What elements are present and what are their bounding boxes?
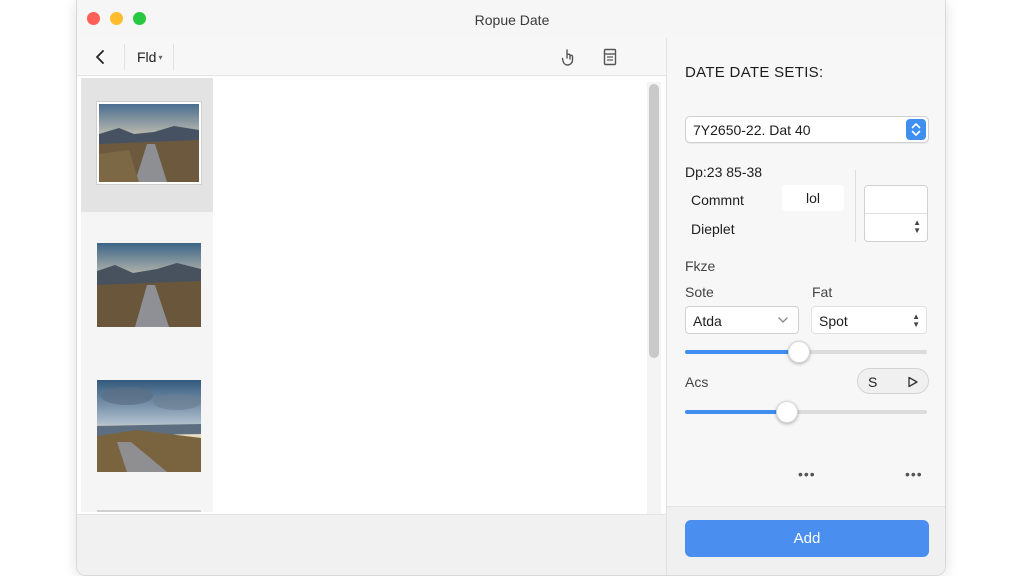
date-field[interactable]: 7Y2650-22. Dat 40: [685, 116, 929, 143]
browser-area: Fld ▾: [77, 38, 666, 575]
folder-menu[interactable]: Fld ▾: [137, 49, 162, 65]
inspector-title: DATE DATE SETIS:: [685, 64, 824, 81]
args-slider[interactable]: [685, 401, 927, 423]
scrollbar[interactable]: [647, 82, 661, 514]
chevron-up-down-icon: [911, 123, 921, 136]
comment-value[interactable]: lol: [782, 185, 844, 211]
scale-label: Sote: [685, 284, 714, 300]
thumbnail-list: [81, 78, 213, 512]
window-title: Ropue Date: [474, 12, 550, 28]
chevron-down-icon: [778, 317, 788, 323]
hand-pointer-icon: [561, 49, 574, 66]
landscape-photo: [99, 104, 199, 182]
content-pane: [213, 78, 641, 512]
stepper-arrows-icon[interactable]: ▲ ▼: [912, 313, 920, 329]
photo-thumbnail[interactable]: [97, 102, 201, 184]
scale-slider[interactable]: [685, 341, 927, 363]
args-label: Acs: [685, 374, 709, 390]
slider-fill: [685, 410, 787, 414]
document-button[interactable]: [600, 47, 620, 67]
scrollbar-thumb[interactable]: [649, 84, 659, 358]
dp-label: Dp:23 85-38: [685, 164, 763, 180]
add-button[interactable]: Add: [685, 520, 929, 557]
app-window: Ropue Date Fld ▾ DATE DATE SETIS: 7Y2650…: [76, 0, 946, 576]
landscape-photo: [97, 380, 201, 472]
bottom-bar: [77, 514, 666, 575]
display-label: Dieplet: [691, 221, 735, 237]
seg-label[interactable]: S: [868, 374, 877, 390]
comment-label: Commnt: [691, 192, 744, 208]
date-stepper[interactable]: [906, 119, 926, 140]
playback-control[interactable]: S: [857, 368, 929, 394]
toolbar: Fld ▾: [77, 38, 666, 76]
value-stepper-box[interactable]: ▲ ▼: [864, 185, 928, 242]
size-label: Fkze: [685, 258, 716, 274]
chevron-left-icon: [96, 50, 104, 64]
toolbar-divider: [173, 44, 174, 70]
play-icon: [908, 376, 918, 388]
slider-fill: [685, 350, 799, 354]
date-field-value: 7Y2650-22. Dat 40: [693, 122, 811, 138]
slider-knob[interactable]: [787, 341, 810, 363]
format-select[interactable]: Spot ▲ ▼: [811, 306, 927, 334]
landscape-photo: [97, 243, 201, 327]
folder-menu-label: Fld: [137, 49, 157, 65]
slider-knob[interactable]: [775, 401, 798, 423]
photo-thumbnail[interactable]: [97, 510, 201, 512]
box-divider: [865, 213, 927, 214]
format-select-value: Spot: [819, 313, 848, 329]
title-bar: Ropue Date: [77, 0, 945, 38]
more-icon[interactable]: •••: [905, 466, 923, 482]
scale-select[interactable]: Atda: [685, 306, 799, 334]
inspector-panel: DATE DATE SETIS: 7Y2650-22. Dat 40 Dp:23…: [666, 38, 945, 575]
format-label: Fat: [812, 284, 833, 300]
photo-thumbnail[interactable]: [97, 380, 201, 472]
stepper-arrows-icon[interactable]: ▲ ▼: [913, 219, 921, 235]
photo-thumbnail[interactable]: [97, 243, 201, 327]
scale-select-value: Atda: [693, 313, 722, 329]
toolbar-divider: [124, 44, 125, 70]
back-button[interactable]: [91, 47, 111, 67]
touch-button[interactable]: [558, 47, 578, 67]
vertical-divider: [855, 170, 856, 242]
document-icon: [603, 48, 617, 66]
caret-down-icon: ▾: [158, 52, 163, 62]
more-icon[interactable]: •••: [798, 466, 816, 482]
